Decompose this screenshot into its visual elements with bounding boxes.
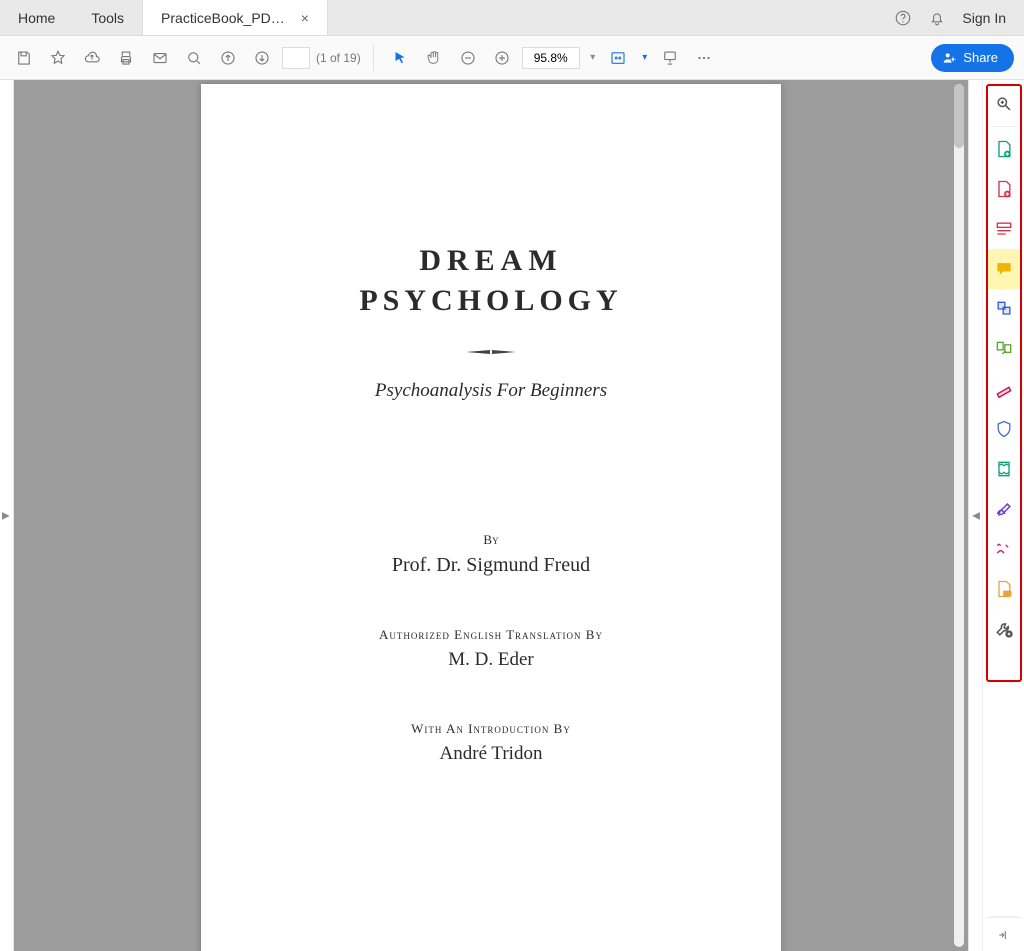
tab-document-label: PracticeBook_PD…	[161, 10, 285, 26]
tabbar-spacer	[328, 0, 876, 35]
help-icon[interactable]	[894, 9, 912, 27]
viewer-scrollbar[interactable]	[954, 84, 964, 947]
tab-home[interactable]: Home	[0, 0, 73, 35]
share-label: Share	[963, 50, 998, 65]
zoom-dropdown-icon[interactable]: ▾	[588, 47, 598, 69]
fit-width-icon[interactable]	[604, 44, 632, 72]
rail-create-pdf-icon[interactable]	[986, 129, 1022, 169]
hand-tool-icon[interactable]	[420, 44, 448, 72]
page-up-icon[interactable]	[214, 44, 242, 72]
more-tools-icon[interactable]	[690, 44, 718, 72]
toolbar: (1 of 19) ▾ ▾ Share	[0, 36, 1024, 80]
right-panel-handle[interactable]: ◀	[968, 80, 982, 951]
tools-rail	[982, 80, 1024, 951]
rail-compress-icon[interactable]	[986, 449, 1022, 489]
rail-fill-sign-icon[interactable]	[986, 489, 1022, 529]
page-number-input[interactable]	[282, 47, 310, 69]
chevron-left-icon: ◀	[972, 510, 980, 521]
doc-translator: M. D. Eder	[241, 649, 741, 671]
zoom-in-icon[interactable]	[488, 44, 516, 72]
rail-more-tools-icon[interactable]	[986, 609, 1022, 649]
rail-protect-icon[interactable]	[986, 409, 1022, 449]
selection-tool-icon[interactable]	[386, 44, 414, 72]
rail-divider	[991, 126, 1017, 127]
rail-send-comments-icon[interactable]	[986, 569, 1022, 609]
toolbar-separator	[373, 45, 374, 71]
rail-organize-icon[interactable]	[986, 329, 1022, 369]
tab-document[interactable]: PracticeBook_PD… ×	[142, 0, 328, 35]
translation-label: Authorized English Translation By	[241, 627, 741, 643]
rail-combine-icon[interactable]	[986, 289, 1022, 329]
rail-edit-pdf-icon[interactable]	[986, 209, 1022, 249]
doc-title-line2: PSYCHOLOGY	[241, 284, 741, 318]
rail-export-pdf-icon[interactable]	[986, 169, 1022, 209]
email-icon[interactable]	[146, 44, 174, 72]
star-icon[interactable]	[44, 44, 72, 72]
share-button[interactable]: Share	[931, 44, 1014, 72]
title-ornament	[466, 348, 516, 354]
chevron-right-icon: ▶	[2, 510, 10, 521]
rail-search-icon[interactable]	[986, 84, 1022, 124]
notifications-icon[interactable]	[928, 9, 946, 27]
tabbar-right: Sign In	[876, 0, 1024, 35]
rail-sign-cert-icon[interactable]	[986, 529, 1022, 569]
tab-bar: Home Tools PracticeBook_PD… × Sign In	[0, 0, 1024, 36]
document-viewer[interactable]: DREAM PSYCHOLOGY Psychoanalysis For Begi…	[14, 80, 968, 951]
print-icon[interactable]	[112, 44, 140, 72]
by-label: By	[241, 532, 741, 548]
pdf-page: DREAM PSYCHOLOGY Psychoanalysis For Begi…	[201, 84, 781, 951]
cloud-upload-icon[interactable]	[78, 44, 106, 72]
page-down-icon[interactable]	[248, 44, 276, 72]
introduction-label: With An Introduction By	[241, 721, 741, 737]
left-panel-handle[interactable]: ▶	[0, 80, 14, 951]
find-icon[interactable]	[180, 44, 208, 72]
doc-title-line1: DREAM	[241, 244, 741, 278]
page-count-label: (1 of 19)	[316, 51, 361, 65]
content-row: ▶ DREAM PSYCHOLOGY Psychoanalysis For Be…	[0, 80, 1024, 951]
rail-redact-icon[interactable]	[986, 369, 1022, 409]
doc-introducer: André Tridon	[241, 743, 741, 765]
doc-author: Prof. Dr. Sigmund Freud	[241, 554, 741, 577]
close-tab-button[interactable]: ×	[301, 10, 309, 26]
zoom-input[interactable]	[522, 47, 580, 69]
collapse-rail-icon	[996, 927, 1012, 943]
scrollbar-thumb[interactable]	[954, 84, 964, 148]
sign-in-link[interactable]: Sign In	[962, 10, 1006, 26]
save-icon[interactable]	[10, 44, 38, 72]
doc-subtitle: Psychoanalysis For Beginners	[241, 380, 741, 402]
share-person-icon	[941, 50, 957, 66]
read-mode-icon[interactable]	[656, 44, 684, 72]
zoom-out-icon[interactable]	[454, 44, 482, 72]
rail-comment-icon[interactable]	[986, 249, 1022, 289]
fit-dropdown-icon[interactable]: ▾	[640, 47, 650, 69]
tab-tools[interactable]: Tools	[73, 0, 142, 35]
rail-collapse-button[interactable]	[986, 917, 1022, 951]
